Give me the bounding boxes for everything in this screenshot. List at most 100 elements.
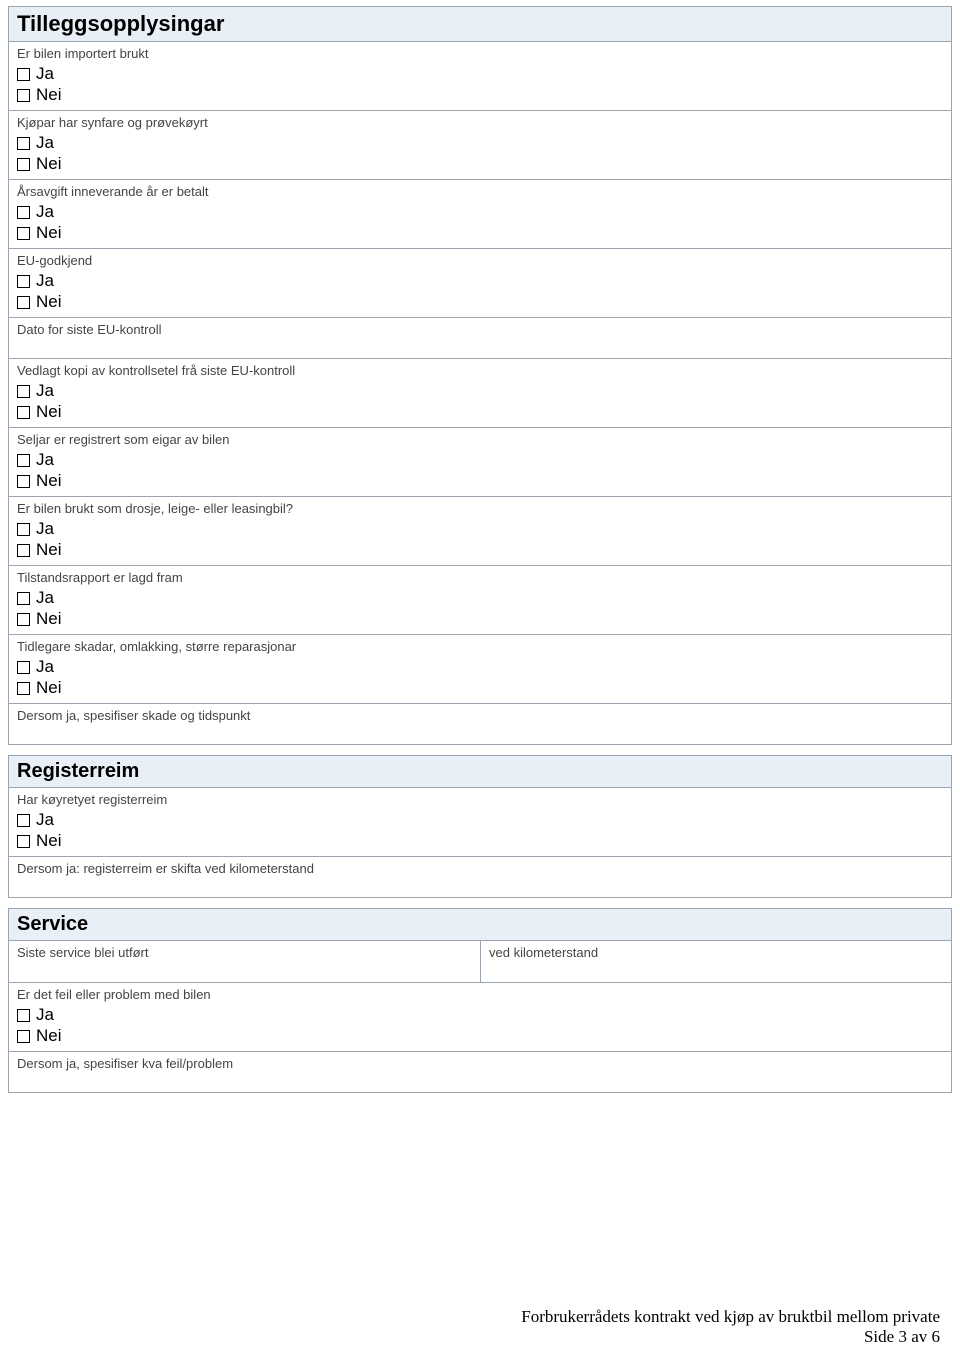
option-label: Ja [36, 271, 54, 291]
option-label: Ja [36, 519, 54, 539]
field-har-registerreim: Har køyretyet registerreim Ja Nei [9, 788, 951, 857]
checkbox-icon [17, 475, 30, 488]
label-synfare: Kjøpar har synfare og prøvekøyrt [17, 115, 943, 130]
checkbox-icon [17, 158, 30, 171]
option-label: Ja [36, 64, 54, 84]
field-arsavgift: Årsavgift inneverande år er betalt Ja Ne… [9, 180, 951, 249]
option-label: Nei [36, 223, 62, 243]
checkbox-icon [17, 137, 30, 150]
option-label: Ja [36, 810, 54, 830]
option-label: Ja [36, 202, 54, 222]
option-kontrollsetel-nei[interactable]: Nei [17, 402, 943, 422]
label-feil-problem: Er det feil eller problem med bilen [17, 987, 943, 1002]
label-kontrollsetel: Vedlagt kopi av kontrollsetel frå siste … [17, 363, 943, 378]
option-label: Nei [36, 402, 62, 422]
option-tilstand-ja[interactable]: Ja [17, 588, 943, 608]
option-label: Nei [36, 292, 62, 312]
field-eigar: Seljar er registrert som eigar av bilen … [9, 428, 951, 497]
checkbox-icon [17, 544, 30, 557]
option-importert-nei[interactable]: Nei [17, 85, 943, 105]
page-footer: Forbrukerrådets kontrakt ved kjøp av bru… [521, 1307, 940, 1347]
checkbox-icon [17, 814, 30, 827]
option-regreim-nei[interactable]: Nei [17, 831, 943, 851]
footer-title: Forbrukerrådets kontrakt ved kjøp av bru… [521, 1307, 940, 1327]
input-spesifiser-feil[interactable] [17, 1074, 943, 1088]
checkbox-icon [17, 227, 30, 240]
input-spesifiser-skade[interactable] [17, 726, 943, 740]
label-tilstandsrapport: Tilstandsrapport er lagd fram [17, 570, 943, 585]
option-label: Nei [36, 609, 62, 629]
option-label: Nei [36, 831, 62, 851]
footer-page: Side 3 av 6 [521, 1327, 940, 1347]
option-importert-ja[interactable]: Ja [17, 64, 943, 84]
field-importert-brukt: Er bilen importert brukt Ja Nei [9, 42, 951, 111]
checkbox-icon [17, 1009, 30, 1022]
field-regreim-km: Dersom ja: registerreim er skifta ved ki… [9, 857, 951, 897]
checkbox-icon [17, 68, 30, 81]
field-eu-godkjend: EU-godkjend Ja Nei [9, 249, 951, 318]
checkbox-icon [17, 1030, 30, 1043]
label-regreim-km: Dersom ja: registerreim er skifta ved ki… [17, 861, 943, 876]
field-synfare: Kjøpar har synfare og prøvekøyrt Ja Nei [9, 111, 951, 180]
option-eu-nei[interactable]: Nei [17, 292, 943, 312]
field-eu-dato: Dato for siste EU-kontroll [9, 318, 951, 359]
option-feil-nei[interactable]: Nei [17, 1026, 943, 1046]
label-drosje: Er bilen brukt som drosje, leige- eller … [17, 501, 943, 516]
row-service-km: Siste service blei utført ved kilometers… [9, 941, 951, 983]
label-eu-dato: Dato for siste EU-kontroll [17, 322, 943, 337]
checkbox-icon [17, 613, 30, 626]
option-eigar-nei[interactable]: Nei [17, 471, 943, 491]
section-header-registerreim: Registerreim [9, 756, 951, 788]
field-skadar: Tidlegare skadar, omlakking, større repa… [9, 635, 951, 704]
option-synfare-nei[interactable]: Nei [17, 154, 943, 174]
input-eu-dato[interactable] [17, 340, 943, 354]
label-har-registerreim: Har køyretyet registerreim [17, 792, 943, 807]
label-arsavgift: Årsavgift inneverande år er betalt [17, 184, 943, 199]
option-synfare-ja[interactable]: Ja [17, 133, 943, 153]
option-drosje-ja[interactable]: Ja [17, 519, 943, 539]
checkbox-icon [17, 385, 30, 398]
option-feil-ja[interactable]: Ja [17, 1005, 943, 1025]
label-skadar: Tidlegare skadar, omlakking, større repa… [17, 639, 943, 654]
option-label: Nei [36, 85, 62, 105]
option-skadar-ja[interactable]: Ja [17, 657, 943, 677]
field-drosje: Er bilen brukt som drosje, leige- eller … [9, 497, 951, 566]
option-label: Ja [36, 1005, 54, 1025]
label-importert-brukt: Er bilen importert brukt [17, 46, 943, 61]
field-feil-problem: Er det feil eller problem med bilen Ja N… [9, 983, 951, 1052]
option-label: Nei [36, 154, 62, 174]
field-kontrollsetel: Vedlagt kopi av kontrollsetel frå siste … [9, 359, 951, 428]
label-eu-godkjend: EU-godkjend [17, 253, 943, 268]
input-regreim-km[interactable] [17, 879, 943, 893]
option-label: Ja [36, 450, 54, 470]
field-siste-service: Siste service blei utført [9, 941, 480, 983]
checkbox-icon [17, 661, 30, 674]
section-header-service: Service [9, 909, 951, 941]
option-arsavgift-nei[interactable]: Nei [17, 223, 943, 243]
checkbox-icon [17, 592, 30, 605]
section-service: Service Siste service blei utført ved ki… [8, 908, 952, 1093]
option-skadar-nei[interactable]: Nei [17, 678, 943, 698]
option-label: Nei [36, 540, 62, 560]
checkbox-icon [17, 206, 30, 219]
field-spesifiser-feil: Dersom ja, spesifiser kva feil/problem [9, 1052, 951, 1092]
option-tilstand-nei[interactable]: Nei [17, 609, 943, 629]
label-spesifiser-feil: Dersom ja, spesifiser kva feil/problem [17, 1056, 943, 1071]
option-regreim-ja[interactable]: Ja [17, 810, 943, 830]
checkbox-icon [17, 296, 30, 309]
label-ved-km: ved kilometerstand [489, 945, 943, 960]
checkbox-icon [17, 835, 30, 848]
checkbox-icon [17, 454, 30, 467]
option-drosje-nei[interactable]: Nei [17, 540, 943, 560]
label-siste-service: Siste service blei utført [17, 945, 472, 960]
option-label: Nei [36, 678, 62, 698]
option-kontrollsetel-ja[interactable]: Ja [17, 381, 943, 401]
label-eigar: Seljar er registrert som eigar av bilen [17, 432, 943, 447]
section-header-tillegg: Tilleggsopplysingar [9, 7, 951, 42]
option-eigar-ja[interactable]: Ja [17, 450, 943, 470]
option-label: Ja [36, 657, 54, 677]
option-arsavgift-ja[interactable]: Ja [17, 202, 943, 222]
field-ved-km: ved kilometerstand [480, 941, 951, 983]
option-eu-ja[interactable]: Ja [17, 271, 943, 291]
option-label: Ja [36, 381, 54, 401]
